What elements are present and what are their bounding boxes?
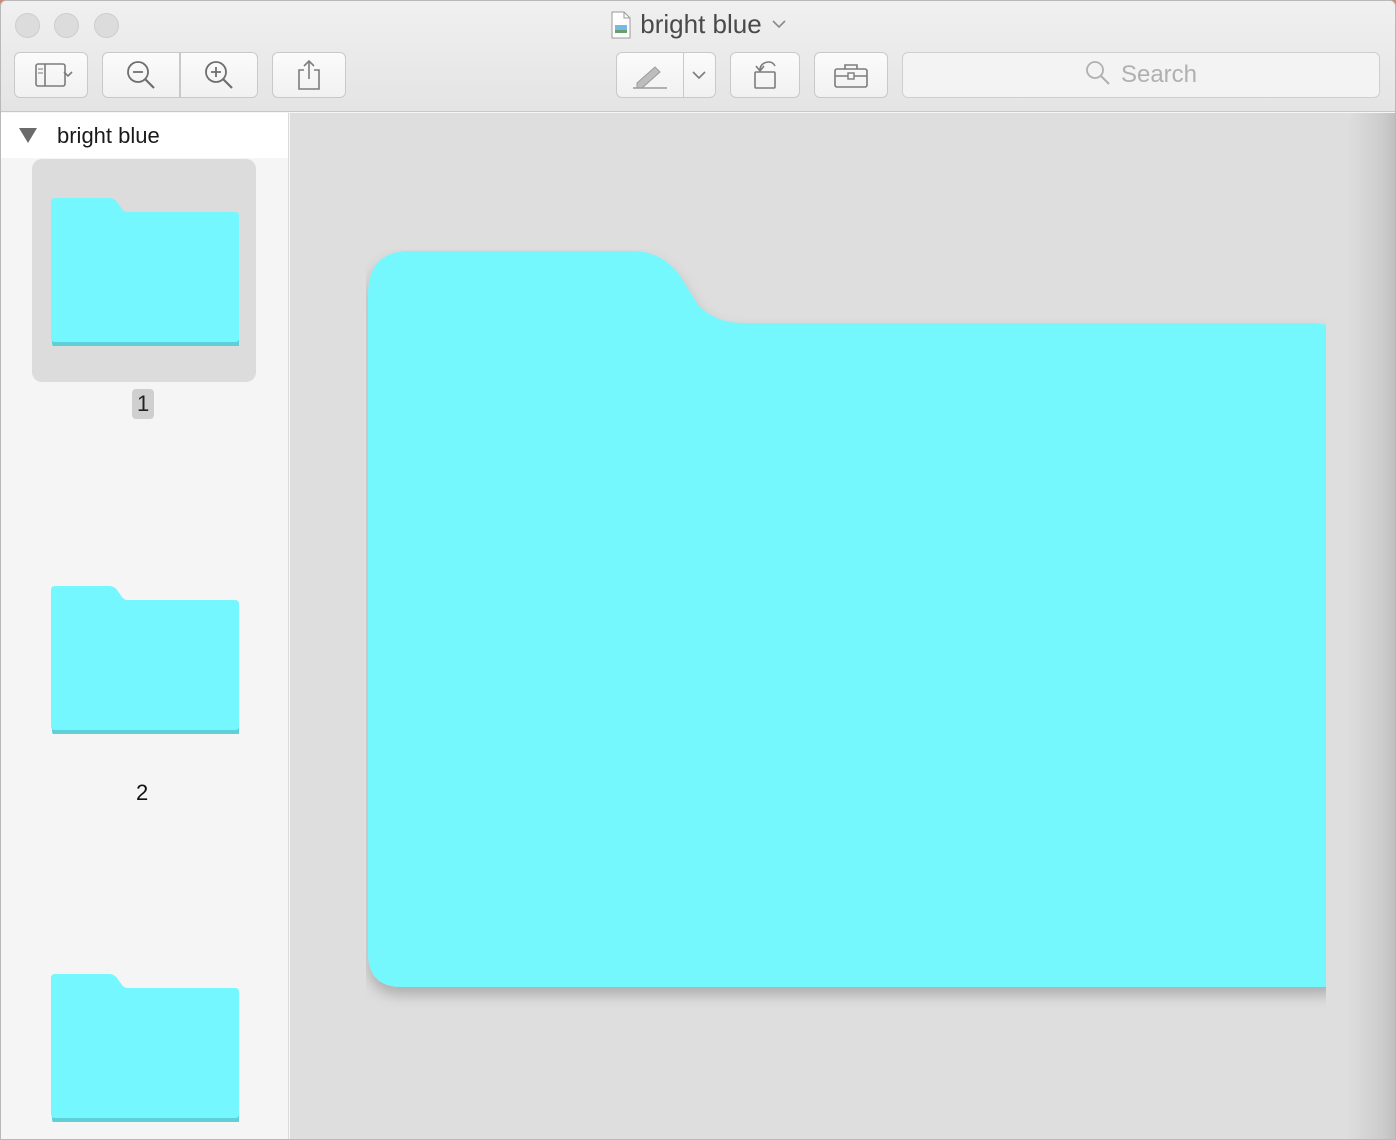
page-thumbnail-1[interactable] bbox=[51, 198, 240, 351]
minimize-window-button[interactable] bbox=[54, 13, 79, 38]
search-placeholder: Search bbox=[1120, 61, 1198, 88]
zoom-out-button[interactable] bbox=[102, 52, 180, 98]
window-title-area: bright blue bbox=[1, 9, 1395, 43]
share-icon bbox=[296, 59, 322, 91]
sidebar-document-name: bright blue bbox=[57, 122, 160, 148]
pen-icon bbox=[631, 61, 671, 91]
page-thumbnail-2[interactable] bbox=[51, 586, 240, 739]
toolbar: bright blue Search bbox=[1, 1, 1395, 112]
sidebar-view-button[interactable] bbox=[14, 52, 88, 98]
zoom-in-icon bbox=[203, 59, 235, 91]
zoom-in-button[interactable] bbox=[180, 52, 258, 98]
preview-window: bright blue Search bright blue 1 2 bbox=[0, 0, 1396, 1140]
canvas-edge-shadow bbox=[1347, 113, 1395, 1139]
disclosure-triangle-icon[interactable] bbox=[19, 128, 37, 143]
close-window-button[interactable] bbox=[15, 13, 40, 38]
rotate-button[interactable] bbox=[730, 52, 800, 98]
folder-icon bbox=[51, 198, 240, 347]
search-icon bbox=[1085, 60, 1111, 91]
search-field[interactable]: Search bbox=[902, 52, 1380, 98]
sidebar-icon bbox=[26, 62, 76, 88]
folder-icon bbox=[51, 974, 240, 1123]
share-button[interactable] bbox=[272, 52, 346, 98]
chevron-down-icon[interactable] bbox=[691, 69, 707, 81]
toolbox-icon bbox=[833, 61, 869, 89]
sidebar-document-header[interactable]: bright blue bbox=[1, 113, 288, 158]
markup-divider bbox=[683, 53, 684, 97]
document-icon bbox=[610, 11, 632, 39]
window-title-menu[interactable]: bright blue bbox=[610, 9, 786, 40]
thumbnail-sidebar: bright blue 1 2 bbox=[1, 113, 289, 1139]
folder-icon bbox=[51, 586, 240, 735]
page-thumbnail-3[interactable] bbox=[51, 974, 240, 1127]
window-title: bright blue bbox=[640, 9, 762, 39]
folder-icon bbox=[368, 251, 1354, 987]
document-canvas[interactable] bbox=[290, 113, 1395, 1139]
markup-toolbar-button[interactable] bbox=[814, 52, 888, 98]
rotate-icon bbox=[748, 58, 782, 92]
page-number-label: 2 bbox=[136, 780, 149, 805]
markup-button[interactable] bbox=[616, 52, 716, 98]
page-number-label: 1 bbox=[132, 389, 155, 419]
zoom-window-button[interactable] bbox=[94, 13, 119, 38]
zoom-out-icon bbox=[125, 59, 157, 91]
page-content bbox=[366, 249, 1354, 1014]
chevron-down-icon bbox=[772, 16, 786, 34]
